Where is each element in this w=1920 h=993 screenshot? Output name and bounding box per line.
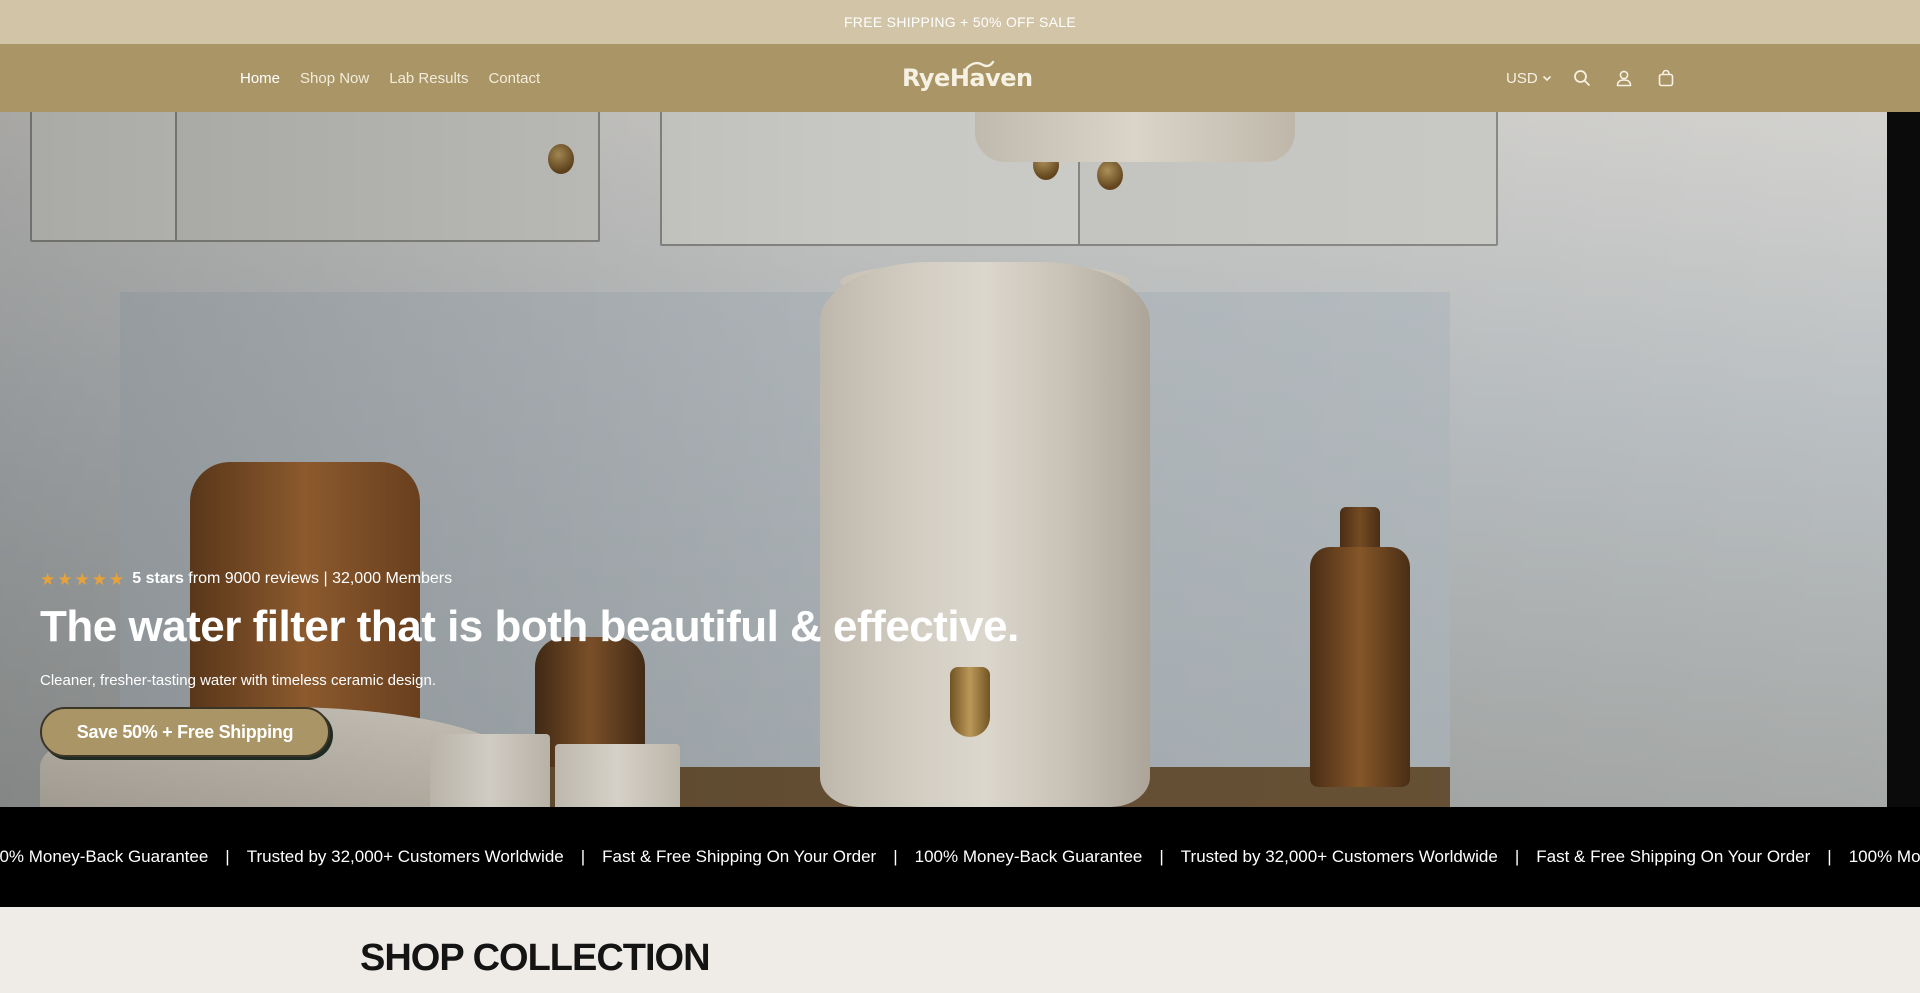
ticker-separator: | bbox=[580, 847, 586, 866]
ticker-separator: | bbox=[893, 847, 898, 866]
nav-item-contact[interactable]: Contact bbox=[488, 70, 540, 87]
rating-stars: ★ ★ ★ ★ ★ bbox=[40, 571, 124, 588]
ticker-item: Trusted by 32,000+ Customers Worldwide bbox=[1180, 847, 1498, 866]
currency-label: USD bbox=[1506, 69, 1538, 87]
ticker-item: 100% Money-Back Guarantee bbox=[914, 847, 1143, 866]
hero-section: ★ ★ ★ ★ ★ 5 stars from 9000 reviews | 32… bbox=[0, 112, 1920, 807]
benefits-ticker: 00% Money-Back Guarantee | Trusted by 32… bbox=[0, 807, 1920, 907]
ticker-separator: | bbox=[1159, 847, 1164, 866]
nav-item-lab-results[interactable]: Lab Results bbox=[389, 70, 468, 87]
ticker-separator: | bbox=[1514, 847, 1520, 866]
account-icon bbox=[1616, 70, 1631, 87]
ticker-item: 100% Money bbox=[1848, 847, 1920, 866]
ticker-track: 00% Money-Back Guarantee | Trusted by 32… bbox=[0, 807, 1920, 907]
announcement-bar: FREE SHIPPING + 50% OFF SALE bbox=[0, 0, 1920, 44]
hero-subline: Cleaner, fresher-tasting water with time… bbox=[40, 672, 436, 689]
nav-item-home[interactable]: Home bbox=[240, 70, 280, 87]
hero-edge bbox=[1887, 112, 1920, 807]
search-button[interactable] bbox=[1570, 66, 1594, 90]
header-actions: USD bbox=[1506, 44, 1678, 112]
star-icon: ★ bbox=[57, 569, 73, 589]
currency-selector[interactable]: USD bbox=[1506, 70, 1552, 87]
logo[interactable]: RyeHaven bbox=[902, 60, 1033, 96]
star-icon: ★ bbox=[74, 569, 90, 589]
hero-content: ★ ★ ★ ★ ★ 5 stars from 9000 reviews | 32… bbox=[40, 570, 1019, 757]
cart-icon bbox=[1658, 69, 1673, 87]
chevron-down-icon bbox=[1542, 75, 1551, 82]
rating-score: 5 stars bbox=[132, 570, 184, 587]
ticker-separator: | bbox=[225, 847, 230, 866]
cart-button[interactable] bbox=[1654, 66, 1678, 90]
announcement-text: FREE SHIPPING + 50% OFF SALE bbox=[843, 14, 1077, 30]
ticker-item: Fast & Free Shipping On Your Order bbox=[602, 847, 877, 866]
ticker-item: Fast & Free Shipping On Your Order bbox=[1536, 847, 1811, 866]
nav-item-shop-now[interactable]: Shop Now bbox=[300, 70, 369, 87]
cta-button[interactable]: Save 50% + Free Shipping bbox=[40, 707, 330, 757]
hero-headline: The water filter that is both beautiful … bbox=[40, 602, 1019, 651]
ticker-separator: | bbox=[1827, 847, 1832, 866]
ticker-item: Trusted by 32,000+ Customers Worldwide bbox=[246, 847, 564, 866]
shop-collection-section: SHOP COLLECTION bbox=[0, 907, 1920, 993]
site-header: Home Shop Now Lab Results Contact RyeHav… bbox=[0, 44, 1920, 112]
star-icon: ★ bbox=[40, 569, 56, 589]
star-icon: ★ bbox=[109, 569, 125, 589]
rating-row: ★ ★ ★ ★ ★ 5 stars from 9000 reviews | 32… bbox=[40, 570, 1019, 588]
star-icon: ★ bbox=[91, 569, 107, 589]
section-title: SHOP COLLECTION bbox=[360, 937, 711, 979]
account-button[interactable] bbox=[1612, 66, 1636, 90]
logo-wave-icon bbox=[965, 60, 995, 70]
ticker-item: 00% Money-Back Guarantee bbox=[0, 847, 209, 866]
rating-text: from 9000 reviews | 32,000 Members bbox=[188, 570, 453, 587]
search-icon bbox=[1573, 70, 1590, 86]
main-nav: Home Shop Now Lab Results Contact bbox=[240, 44, 540, 112]
